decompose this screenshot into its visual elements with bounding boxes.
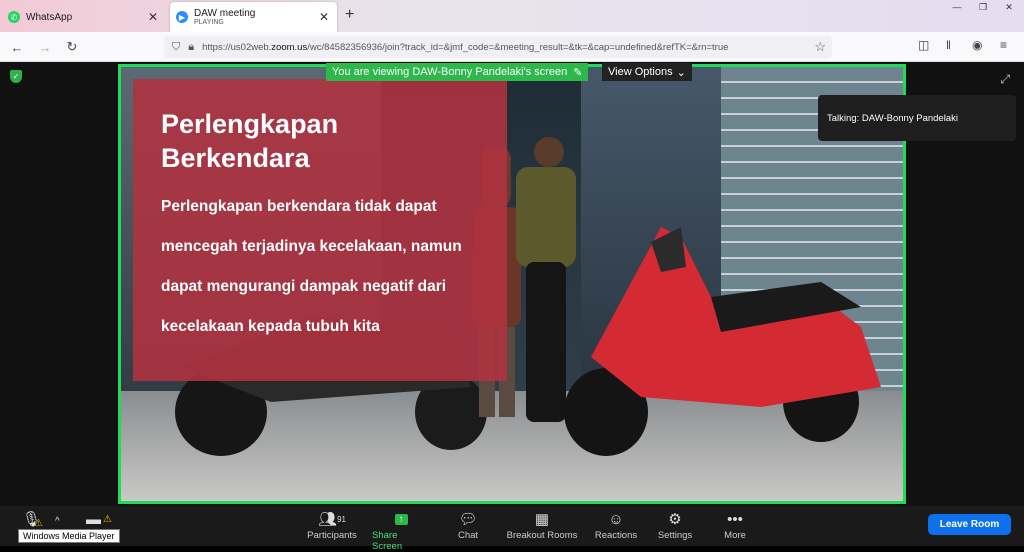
slide-body-line: Perlengkapan berkendara tidak dapat xyxy=(161,198,437,215)
tracking-shield-icon[interactable]: ⛉ xyxy=(172,41,180,54)
slide-title: Perlengkapan Berkendara xyxy=(161,107,338,175)
pin-icon: ✎ xyxy=(573,66,583,79)
meeting-toolbar: 🎙︎ ⚠ ^ ▬ ⚠ Windows Media Player 👥︎ 91 Par… xyxy=(0,506,1024,552)
more-button[interactable]: ••• More xyxy=(722,508,748,542)
url-domain: zoom.us xyxy=(271,41,308,53)
viewing-screen-banner: You are viewing DAW-Bonny Pandelaki's sc… xyxy=(326,63,589,81)
browser-tab-strip: ✆ WhatsApp ✕ ▶ DAW meeting PLAYING ✕ + —… xyxy=(0,0,1024,32)
view-options-label: View Options xyxy=(608,66,673,78)
whatsapp-icon: ✆ xyxy=(8,11,20,23)
url-path: /wc/84582356936/join?track_id=&jmf_code=… xyxy=(307,41,729,53)
url-prefix: https://us02web. xyxy=(202,41,272,53)
bookmark-star-icon[interactable]: ☆ xyxy=(814,39,826,55)
slide-body: Perlengkapan berkendara tidak dapat menc… xyxy=(161,197,491,357)
active-speaker-panel[interactable]: Talking: DAW-Bonny Pandelaki xyxy=(818,95,1016,141)
slide-title-line-2: Berkendara xyxy=(161,143,310,173)
forward-icon[interactable]: → xyxy=(36,38,54,56)
participants-button[interactable]: 👥︎ 91 Participants xyxy=(306,508,358,541)
breakout-rooms-button[interactable]: ▦ Breakout Rooms xyxy=(506,508,578,541)
participants-label: Participants xyxy=(307,530,357,541)
close-tab-icon[interactable]: ✕ xyxy=(319,10,329,24)
reactions-button[interactable]: ☺ Reactions xyxy=(594,508,638,542)
share-screen-button[interactable]: ↑ Share Screen xyxy=(372,508,430,552)
minimize-icon[interactable]: — xyxy=(944,0,970,14)
viewing-banner-text: You are viewing DAW-Bonny Pandelaki's sc… xyxy=(332,66,568,78)
warning-icon: ⚠ xyxy=(103,514,112,525)
participants-count: 91 xyxy=(337,514,346,524)
close-window-icon[interactable]: ✕ xyxy=(996,0,1022,14)
slide-text-panel: Perlengkapan Berkendara Perlengkapan ber… xyxy=(133,79,507,381)
tab-title: DAW meeting xyxy=(194,7,256,19)
menu-icon[interactable]: ≡ xyxy=(1000,38,1007,52)
back-icon[interactable]: ← xyxy=(8,38,26,56)
tab-whatsapp[interactable]: ✆ WhatsApp ✕ xyxy=(0,2,166,32)
leave-room-button[interactable]: Leave Room xyxy=(928,514,1011,535)
slide-title-line-1: Perlengkapan xyxy=(161,109,339,139)
talking-label: Talking: DAW-Bonny Pandelaki xyxy=(827,112,958,124)
security-shield-icon[interactable]: ✓ xyxy=(10,70,22,83)
share-screen-label: Share Screen xyxy=(372,530,403,552)
chevron-down-icon: ⌄ xyxy=(676,66,686,79)
taskbar-tooltip: Windows Media Player xyxy=(18,529,120,543)
restore-icon[interactable]: ❐ xyxy=(970,0,996,14)
video-camera-icon: ▬ xyxy=(86,510,101,528)
close-tab-icon[interactable]: ✕ xyxy=(148,10,158,24)
warning-icon: ⚠ xyxy=(34,518,43,529)
tab-daw-meeting[interactable]: ▶ DAW meeting PLAYING ✕ xyxy=(170,2,337,32)
lock-icon[interactable]: 🔒︎ xyxy=(188,41,194,54)
new-tab-button[interactable]: + xyxy=(345,6,354,24)
url-bar[interactable]: ⛉ 🔒︎ https://us02web. zoom.us/wc/84582356… xyxy=(164,36,832,58)
library-icon[interactable]: ‖ xyxy=(946,38,951,52)
reactions-label: Reactions xyxy=(594,530,638,541)
participants-icon: 👥︎ 91 xyxy=(318,511,346,528)
reload-icon[interactable]: ↻ xyxy=(63,38,81,56)
pocket-icon[interactable]: ◫ xyxy=(918,38,929,52)
chat-button[interactable]: 💬︎ Chat xyxy=(456,508,480,541)
breakout-rooms-label: Breakout Rooms xyxy=(506,530,578,541)
chat-icon: 💬︎ xyxy=(458,511,478,528)
gear-icon: ⚙ xyxy=(668,511,682,528)
settings-button[interactable]: ⚙ Settings xyxy=(657,508,693,541)
video-button[interactable]: ▬ xyxy=(86,508,101,530)
reactions-icon: ☺ xyxy=(608,510,624,528)
share-screen-icon: ↑ xyxy=(394,508,408,530)
settings-label: Settings xyxy=(657,530,693,541)
slide-body-line: kecelakaan kepada tubuh kita xyxy=(161,318,380,335)
chat-label: Chat xyxy=(457,530,479,541)
browser-navbar: ← → ↻ ⛉ 🔒︎ https://us02web. zoom.us/wc/84… xyxy=(0,32,1024,62)
view-options-button[interactable]: View Options ⌄ xyxy=(602,63,692,81)
slide-body-line: mencegah terjadinya kecelakaan, namun xyxy=(161,238,462,255)
ellipsis-icon: ••• xyxy=(727,510,743,528)
tab-title: WhatsApp xyxy=(26,11,73,23)
account-icon[interactable]: ◉ xyxy=(972,38,982,52)
slide-body-line: dapat mengurangi dampak negatif dari xyxy=(161,278,447,295)
shared-screen: Perlengkapan Berkendara Perlengkapan ber… xyxy=(118,64,906,504)
zoom-icon: ▶ xyxy=(176,11,188,23)
breakout-rooms-icon: ▦ xyxy=(534,511,550,528)
tab-playing-label: PLAYING xyxy=(194,18,224,26)
more-label: More xyxy=(724,530,746,541)
fullscreen-icon[interactable]: ⤢ xyxy=(1000,72,1010,87)
